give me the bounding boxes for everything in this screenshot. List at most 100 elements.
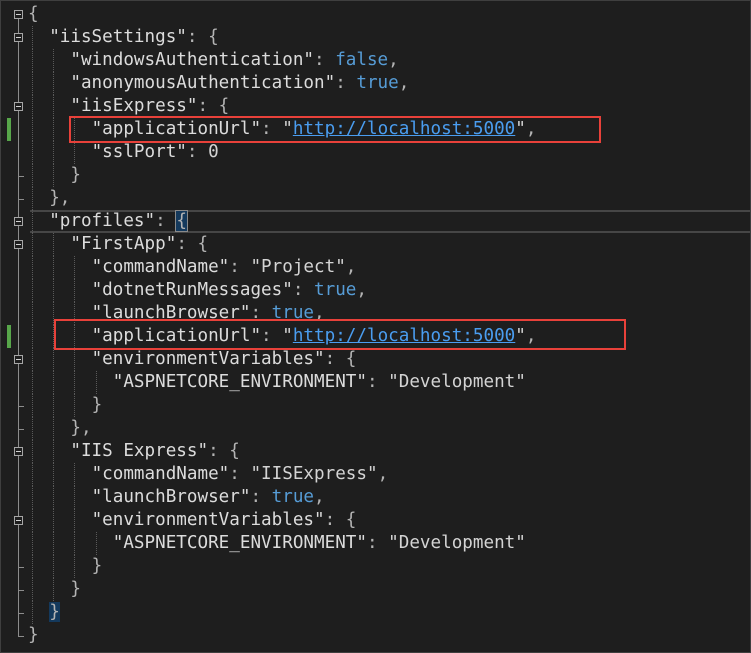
indent-guide xyxy=(32,601,33,624)
code-line[interactable]: { xyxy=(28,3,750,26)
indent-guide xyxy=(32,187,33,210)
indent-guide xyxy=(32,95,33,118)
json-key: "windowsAuthentication" xyxy=(70,50,314,70)
code-line[interactable]: "launchBrowser": true, xyxy=(28,486,750,509)
json-punctuation: } xyxy=(70,579,81,599)
code-line[interactable]: } xyxy=(28,624,750,647)
collapse-icon[interactable] xyxy=(14,10,23,19)
json-punctuation: { xyxy=(28,4,39,24)
json-punctuation: : xyxy=(292,280,315,300)
json-punctuation: : xyxy=(229,464,251,484)
indent-guide xyxy=(32,348,33,371)
code-line[interactable]: "ASPNETCORE_ENVIRONMENT": "Development" xyxy=(28,371,750,394)
code-line[interactable]: "iisExpress": { xyxy=(28,95,750,118)
indent-guide xyxy=(74,555,76,578)
json-punctuation: : xyxy=(186,142,209,162)
indent-guide xyxy=(53,463,55,486)
code-line[interactable]: } xyxy=(28,578,750,601)
code-line[interactable]: "FirstApp": { xyxy=(28,233,750,256)
code-line[interactable]: "ASPNETCORE_ENVIRONMENT": "Development" xyxy=(28,532,750,555)
collapse-icon[interactable] xyxy=(14,217,23,226)
json-key: "ASPNETCORE_ENVIRONMENT" xyxy=(112,372,367,392)
json-punctuation: , xyxy=(314,303,325,323)
json-key: "anonymousAuthentication" xyxy=(70,73,336,93)
code-line[interactable]: } xyxy=(28,164,750,187)
indent-guide xyxy=(74,256,76,279)
json-number: 0 xyxy=(208,142,219,162)
json-key: "sslPort" xyxy=(91,142,187,162)
indent-guide xyxy=(74,486,76,509)
indent-guide xyxy=(53,348,55,371)
json-boolean: true xyxy=(271,303,315,323)
code-area[interactable]: { "iisSettings": { "windowsAuthenticatio… xyxy=(28,3,750,652)
code-line[interactable]: "sslPort": 0 xyxy=(28,141,750,164)
code-line[interactable]: "applicationUrl": "http://localhost:5000… xyxy=(28,325,750,348)
json-punctuation: : { xyxy=(176,234,209,254)
json-punctuation: }, xyxy=(70,418,92,438)
indent-guide xyxy=(53,49,55,72)
collapse-icon[interactable] xyxy=(14,447,23,456)
json-punctuation: , xyxy=(356,280,367,300)
json-punctuation: : { xyxy=(186,27,219,47)
collapse-icon[interactable] xyxy=(14,240,23,249)
indent-guide xyxy=(74,371,76,394)
indent-guide xyxy=(74,325,76,348)
collapse-icon[interactable] xyxy=(14,33,23,42)
code-line[interactable]: } xyxy=(28,555,750,578)
collapse-icon[interactable] xyxy=(14,102,23,111)
outline-end-mark xyxy=(18,198,24,200)
code-line[interactable]: "iisSettings": { xyxy=(28,26,750,49)
code-editor[interactable]: { "iisSettings": { "windowsAuthenticatio… xyxy=(0,0,751,653)
indent-guide xyxy=(74,532,76,555)
json-string: "Development" xyxy=(388,533,526,553)
json-key: "applicationUrl" xyxy=(91,119,262,139)
matched-brace: { xyxy=(175,210,188,232)
indent-guide xyxy=(74,118,76,141)
code-line[interactable]: }, xyxy=(28,187,750,210)
code-line[interactable]: "IIS Express": { xyxy=(28,440,750,463)
code-line[interactable]: "commandName": "IISExpress", xyxy=(28,463,750,486)
indent-guide xyxy=(32,325,33,348)
collapse-icon[interactable] xyxy=(14,355,23,364)
json-punctuation: } xyxy=(91,556,103,576)
code-line[interactable]: "dotnetRunMessages": true, xyxy=(28,279,750,302)
indent-guide xyxy=(74,463,76,486)
code-line[interactable]: "anonymousAuthentication": true, xyxy=(28,72,750,95)
code-line[interactable]: "commandName": "Project", xyxy=(28,256,750,279)
json-key: "IIS Express" xyxy=(70,441,209,461)
collapse-icon[interactable] xyxy=(14,516,23,525)
indent-guide xyxy=(53,233,55,256)
change-marker xyxy=(7,118,11,141)
code-line[interactable]: "launchBrowser": true, xyxy=(28,302,750,325)
indent-guide xyxy=(32,302,33,325)
code-line[interactable]: } xyxy=(28,394,750,417)
indent-guide xyxy=(32,279,33,302)
indent-guide xyxy=(53,440,55,463)
code-line[interactable]: "profiles": { xyxy=(28,210,750,233)
code-line[interactable]: "environmentVariables": { xyxy=(28,348,750,371)
indent-guide xyxy=(32,164,33,187)
code-line[interactable]: }, xyxy=(28,417,750,440)
code-line[interactable]: "applicationUrl": "http://localhost:5000… xyxy=(28,118,750,141)
json-key: "commandName" xyxy=(91,257,230,277)
indent-guide xyxy=(32,210,33,233)
indent-guide xyxy=(32,49,33,72)
indent-guide xyxy=(74,141,76,164)
json-key: "dotnetRunMessages" xyxy=(91,280,293,300)
json-punctuation: : xyxy=(366,372,389,392)
json-key: "launchBrowser" xyxy=(91,487,251,507)
url-link[interactable]: http://localhost:5000 xyxy=(293,326,515,346)
json-string: " xyxy=(282,326,293,346)
indent-guide xyxy=(53,302,55,325)
indent-guide xyxy=(32,555,33,578)
url-link[interactable]: http://localhost:5000 xyxy=(293,119,515,139)
code-line[interactable]: } xyxy=(28,601,750,624)
code-line[interactable]: "environmentVariables": { xyxy=(28,509,750,532)
json-punctuation: : xyxy=(250,487,272,507)
indent-guide xyxy=(32,532,33,555)
indent-guide xyxy=(53,394,55,417)
code-line[interactable]: "windowsAuthentication": false, xyxy=(28,49,750,72)
indent-guide xyxy=(53,486,55,509)
indent-guide xyxy=(53,532,55,555)
outline-end-mark xyxy=(18,405,24,407)
